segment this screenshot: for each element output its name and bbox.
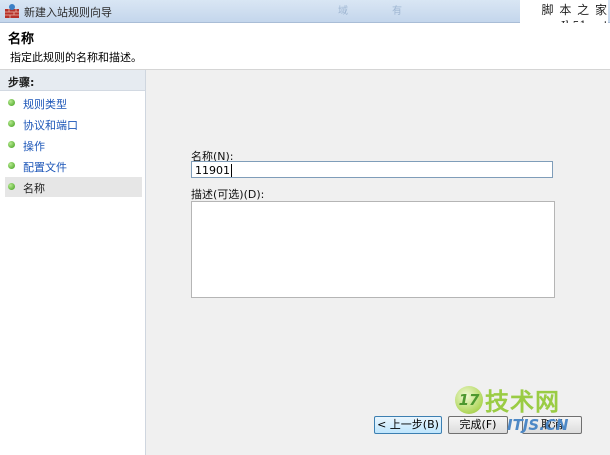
step-label: 协议和端口 xyxy=(23,119,78,132)
page-description: 指定此规则的名称和描述。 xyxy=(10,51,142,64)
green-bullet-icon xyxy=(8,183,15,190)
steps-heading: 步骤: xyxy=(0,70,145,91)
step-label: 名称 xyxy=(23,182,45,195)
steps-pane: 步骤: 规则类型 协议和端口 操作 配置文件 名称 xyxy=(0,70,146,455)
watermark-badge-icon: 17 xyxy=(455,386,483,414)
step-protocol-ports[interactable]: 协议和端口 xyxy=(5,114,142,134)
green-bullet-icon xyxy=(8,99,15,106)
description-textarea[interactable] xyxy=(191,201,555,298)
step-action[interactable]: 操作 xyxy=(5,135,142,155)
back-button[interactable]: < 上一步(B) xyxy=(374,416,442,434)
step-name[interactable]: 名称 xyxy=(5,177,142,197)
step-label: 规则类型 xyxy=(23,98,67,111)
green-bullet-icon xyxy=(8,120,15,127)
green-bullet-icon xyxy=(8,141,15,148)
watermark-site-name: 脚 本 之 家 xyxy=(541,3,608,17)
step-profile[interactable]: 配置文件 xyxy=(5,156,142,176)
name-input[interactable]: 11901 xyxy=(191,161,553,178)
ghost-label-2: 有 xyxy=(392,6,402,17)
watermark-logo-text: 技术网 xyxy=(485,388,560,416)
watermark-logo-url: ITJS.CN xyxy=(507,416,569,434)
page-title: 名称 xyxy=(8,32,35,47)
description-label: 描述(可选)(D): xyxy=(191,188,265,201)
name-input-value: 11901 xyxy=(195,164,230,177)
step-label: 操作 xyxy=(23,140,45,153)
ghost-label-1: 域 xyxy=(338,6,348,17)
firewall-app-icon xyxy=(5,4,19,18)
title-bar: 新建入站规则向导 域 有 xyxy=(0,0,610,23)
window-title: 新建入站规则向导 xyxy=(24,6,112,19)
wizard-header: 名称 指定此规则的名称和描述。 xyxy=(0,23,610,70)
green-bullet-icon xyxy=(8,162,15,169)
watermark-logo: 17 技术网 ITJS.CN xyxy=(455,384,605,434)
steps-title-label: 步骤: xyxy=(8,76,35,89)
step-label: 配置文件 xyxy=(23,161,67,174)
step-rule-type[interactable]: 规则类型 xyxy=(5,93,142,113)
